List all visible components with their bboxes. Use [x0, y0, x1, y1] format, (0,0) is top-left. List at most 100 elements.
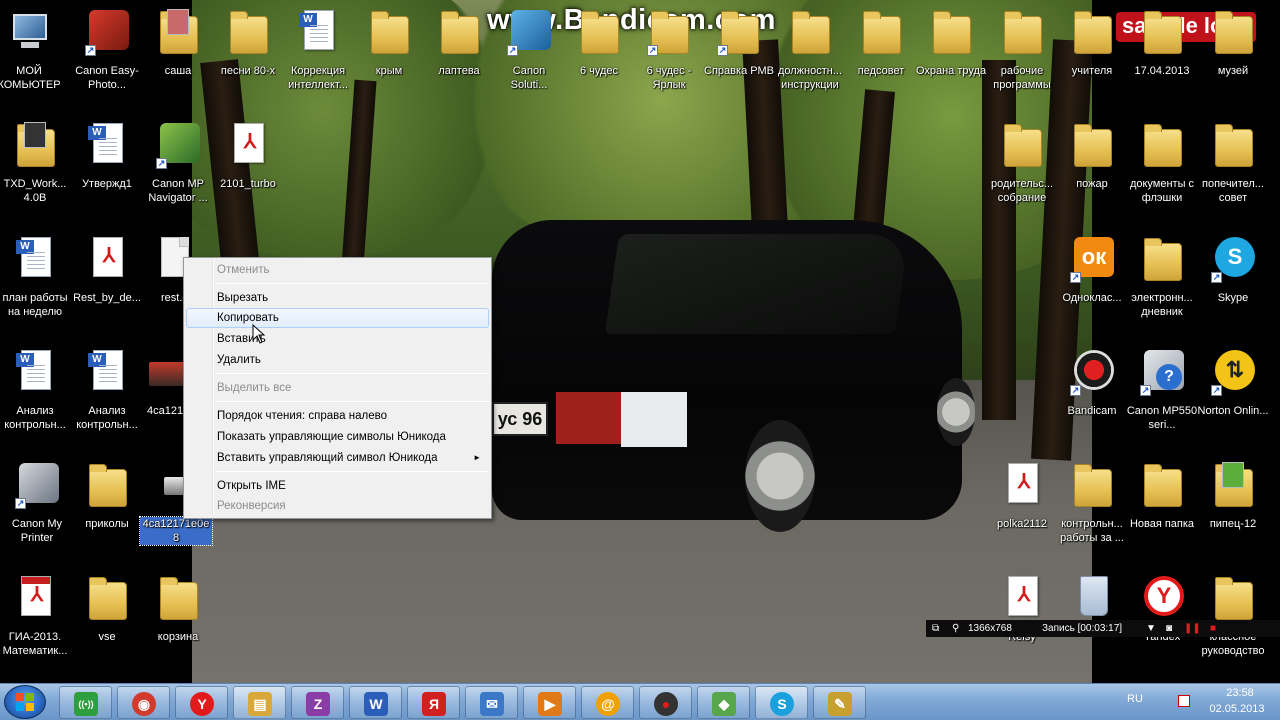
- desktop-icon-analiz-1[interactable]: W Анализ контрольн...: [0, 348, 71, 432]
- taskbar-zuma[interactable]: Z: [291, 686, 344, 719]
- menu-item-delete[interactable]: Удалить: [186, 350, 489, 370]
- desktop-icon-canon-mp-navigator[interactable]: ↗ Canon MP Navigator ...: [142, 121, 214, 205]
- desktop-icon-my-computer[interactable]: МОЙ КОМЬЮТЕР: [0, 8, 65, 92]
- desktop-icon-spravka-rmv[interactable]: ↗ Справка РМВ: [703, 8, 775, 78]
- desktop[interactable]: ус 96 www.Bandicam.com sample logo МОЙ К…: [0, 0, 1280, 683]
- desktop-icon-dokumenty-s-fleshki[interactable]: документы с флэшки: [1126, 121, 1198, 205]
- desktop-icon-utverzhd1[interactable]: W Утвержд1: [71, 121, 143, 191]
- desktop-icon-dolzhnostnye[interactable]: должностн... инструкции: [774, 8, 846, 92]
- desktop-icon-uchitelya[interactable]: учителя: [1056, 8, 1128, 78]
- taskbar-game-app[interactable]: ◆: [697, 686, 750, 719]
- desktop-icon-popechitelskiy[interactable]: попечител... совет: [1197, 121, 1269, 205]
- desktop-icon-rabochie-programmy[interactable]: рабочие программы: [986, 8, 1058, 92]
- desktop-icon-roditelskoe[interactable]: родительс... собрание: [986, 121, 1058, 205]
- folder-icon: [1070, 8, 1114, 56]
- language-indicator[interactable]: RU: [1127, 693, 1143, 705]
- menu-item-open-ime[interactable]: Открыть IME: [186, 476, 489, 496]
- desktop-icon-korzina[interactable]: корзина: [142, 574, 214, 644]
- zuma-icon: Z: [306, 692, 330, 716]
- menu-item-reconversion[interactable]: Реконверсия: [186, 496, 489, 516]
- stop-icon[interactable]: ■: [1210, 620, 1216, 637]
- desktop-icon-2101-turbo[interactable]: ⅄ 2101_turbo: [212, 121, 284, 191]
- taskbar-yandex-browser[interactable]: Y: [175, 686, 228, 719]
- desktop-icon-kontrolnye-raboty[interactable]: контрольн... работы за ...: [1056, 461, 1128, 545]
- taskbar-paint[interactable]: ✎: [813, 686, 866, 719]
- taskbar-bandicam[interactable]: ●: [639, 686, 692, 719]
- camera-icon[interactable]: ◙: [1166, 620, 1172, 637]
- desktop-icon-gia-2013[interactable]: ⅄ ГИА-2013. Математик...: [0, 574, 71, 658]
- desktop-icon-vse[interactable]: vse: [71, 574, 143, 644]
- desktop-icon-lapteva[interactable]: лаптева: [423, 8, 495, 78]
- desktop-icon-17-04-2013[interactable]: 17.04.2013: [1126, 8, 1198, 78]
- folder-icon: [156, 574, 200, 622]
- menu-item-rtl-reading-order[interactable]: Порядок чтения: справа налево: [186, 406, 489, 426]
- desktop-icon-prikoly[interactable]: приколы: [71, 461, 143, 531]
- desktop-icon-krym[interactable]: крым: [353, 8, 425, 78]
- desktop-icon-pedsovet[interactable]: педсовет: [845, 8, 917, 78]
- action-center-flag-icon[interactable]: [1178, 695, 1190, 707]
- clock-date[interactable]: 02.05.2013: [1202, 703, 1272, 715]
- taskbar-skype[interactable]: S: [755, 686, 808, 719]
- norton-icon: ⇅ ↗: [1211, 348, 1255, 396]
- desktop-icon-elektronnyy-dnevnik[interactable]: электронн... дневник: [1126, 235, 1198, 319]
- folder-icon: [859, 8, 903, 56]
- bandicam-recording-bar: ⧉ ⚲ 1366x768 Запись [00:03:17] ▼ ◙ ❚❚ ■: [926, 620, 1280, 637]
- desktop-icon-pipec-12[interactable]: пипец-12: [1197, 461, 1269, 531]
- desktop-icon-txd-workshop[interactable]: TXD_Work... 4.0B: [0, 121, 71, 205]
- desktop-icon-muzei[interactable]: музей: [1197, 8, 1269, 78]
- taskbar-chrome[interactable]: ◉: [117, 686, 170, 719]
- taskbar-mail-agent[interactable]: ✉: [465, 686, 518, 719]
- taskbar-media-player[interactable]: ▶: [523, 686, 576, 719]
- menu-item-show-unicode-control[interactable]: Показать управляющие символы Юникода: [186, 427, 489, 447]
- desktop-icon-canon-mp550[interactable]: ? ↗ Canon MP550 seri...: [1126, 348, 1198, 432]
- desktop-icon-bandicam[interactable]: ↗ Bandicam: [1056, 348, 1128, 418]
- desktop-icon-klassnoe-rukovodstvo[interactable]: классное руководство: [1197, 574, 1269, 658]
- search-icon[interactable]: ⚲: [952, 620, 959, 637]
- desktop-icon-polka2112[interactable]: ⅄ polka2112: [986, 461, 1058, 531]
- pause-icon[interactable]: ❚❚: [1184, 620, 1201, 637]
- desktop-icon-canon-easy-photo[interactable]: ↗ Canon Easy-Photo...: [71, 8, 143, 92]
- folder-icon: [1140, 235, 1184, 283]
- folder-icon: [1211, 8, 1255, 56]
- window-mode-icon[interactable]: ⧉: [932, 620, 939, 637]
- rename-text-field[interactable]: 4ca12171e0e8: [139, 516, 213, 546]
- paint-icon: ✎: [828, 692, 852, 716]
- taskbar-yandex-app[interactable]: Я: [407, 686, 460, 719]
- desktop-icon-canon-my-printer[interactable]: ↗ Canon My Printer: [1, 461, 73, 545]
- desktop-icon-canon-solution[interactable]: ↗ Canon Soluti...: [493, 8, 565, 92]
- desktop-icon-ohrana-truda[interactable]: Охрана труда: [915, 8, 987, 78]
- desktop-icon-plan-raboty[interactable]: W план работы на неделю: [0, 235, 71, 319]
- desktop-icon-sasha[interactable]: саша: [142, 8, 214, 78]
- desktop-icon-6-chudes[interactable]: 6 чудес: [563, 8, 635, 78]
- desktop-icon-korrekciya[interactable]: W Коррекция интеллект...: [282, 8, 354, 92]
- folder-icon: [1211, 461, 1255, 509]
- menu-item-copy[interactable]: Копировать: [186, 308, 489, 328]
- desktop-icon-6-chudes-shortcut[interactable]: ↗ 6 чудес - Ярлык: [633, 8, 705, 92]
- taskbar-word[interactable]: W: [349, 686, 402, 719]
- start-button[interactable]: [4, 685, 46, 719]
- desktop-icon-skype[interactable]: S ↗ Skype: [1197, 235, 1269, 305]
- taskbar-network-app[interactable]: ((•)): [59, 686, 112, 719]
- desktop-icon-odnoklassniki[interactable]: ок ↗ Одноклас...: [1056, 235, 1128, 305]
- folder-icon: [1000, 121, 1044, 169]
- taskbar-mail-ru[interactable]: @: [581, 686, 634, 719]
- clock-time[interactable]: 23:58: [1213, 687, 1267, 699]
- menu-item-cut[interactable]: Вырезать: [186, 288, 489, 308]
- chrome-icon: ◉: [132, 692, 156, 716]
- dropdown-icon[interactable]: ▼: [1146, 620, 1156, 637]
- desktop-icon-novaya-papka[interactable]: Новая папка: [1126, 461, 1198, 531]
- word-document-icon: W: [13, 348, 57, 396]
- skype-icon: S ↗: [1211, 235, 1255, 283]
- taskbar-explorer[interactable]: ▤: [233, 686, 286, 719]
- menu-item-insert-unicode-control[interactable]: Вставить управляющий символ Юникода ►: [186, 448, 489, 468]
- menu-item-undo[interactable]: Отменить: [186, 260, 489, 280]
- menu-item-paste[interactable]: Вставить: [186, 329, 489, 349]
- menu-item-select-all[interactable]: Выделить все: [186, 378, 489, 398]
- pdf-icon: ⅄: [85, 235, 129, 283]
- desktop-icon-pesni[interactable]: песни 80-х: [212, 8, 284, 78]
- desktop-icon-norton[interactable]: ⇅ ↗ Norton Onlin...: [1197, 348, 1269, 418]
- word-document-icon: W: [85, 121, 129, 169]
- desktop-icon-pozhar[interactable]: пожар: [1056, 121, 1128, 191]
- desktop-icon-rest-by-de[interactable]: ⅄ Rest_by_de...: [71, 235, 143, 305]
- desktop-icon-recycle-bin[interactable]: [1056, 574, 1128, 622]
